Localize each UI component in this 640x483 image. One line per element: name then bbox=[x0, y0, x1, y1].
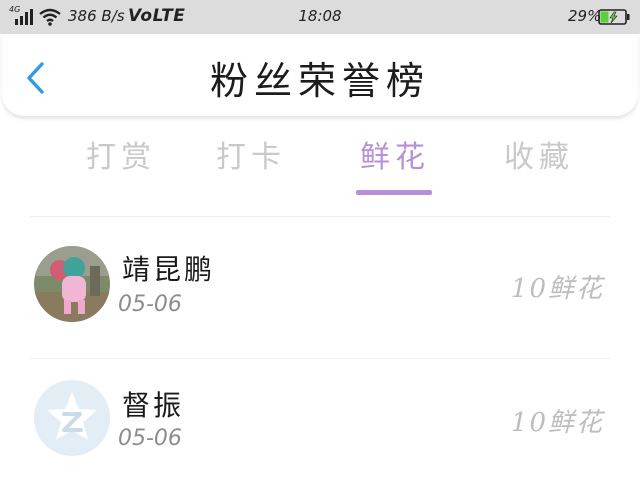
user-name: 督振 bbox=[122, 389, 185, 422]
tab-checkin[interactable]: 打卡 bbox=[196, 132, 306, 176]
divider bbox=[30, 216, 610, 217]
tab-flowers[interactable]: 鲜花 bbox=[340, 132, 450, 176]
default-avatar-icon[interactable] bbox=[34, 380, 110, 456]
clock: 18:08 bbox=[298, 7, 342, 25]
list-item[interactable]: 督振 05-06 10鲜花 bbox=[0, 362, 640, 482]
page-title: 粉丝荣誉榜 bbox=[209, 59, 430, 103]
user-photo-avatar[interactable] bbox=[34, 246, 110, 322]
flower-count: 10鲜花 bbox=[510, 408, 604, 438]
battery-percent: 29% bbox=[568, 7, 602, 25]
date-label: 05-06 bbox=[118, 292, 182, 317]
battery-charging-icon bbox=[598, 9, 630, 25]
date-label: 05-06 bbox=[118, 426, 182, 451]
flower-count: 10鲜花 bbox=[510, 274, 604, 304]
tab-reward[interactable]: 打赏 bbox=[66, 132, 176, 176]
list-item[interactable]: 靖昆鹏 05-06 10鲜花 bbox=[0, 226, 640, 346]
app-header: 粉丝荣誉榜 bbox=[2, 34, 638, 117]
status-bar: 4G 386 B/s VoLTE 18:08 29% bbox=[0, 0, 640, 34]
tab-favorites[interactable]: 收藏 bbox=[484, 132, 594, 176]
active-tab-indicator bbox=[356, 190, 432, 195]
divider bbox=[30, 358, 610, 359]
user-name: 靖昆鹏 bbox=[122, 253, 216, 286]
tab-bar: 打赏 打卡 鲜花 收藏 bbox=[0, 132, 640, 202]
